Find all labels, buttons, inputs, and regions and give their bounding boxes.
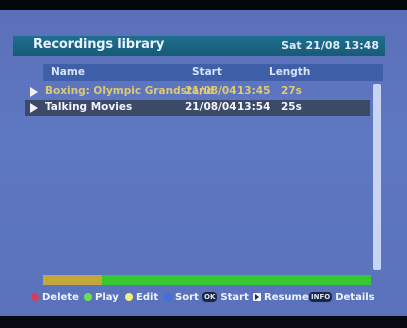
play-button[interactable]: Play: [84, 290, 119, 304]
delete-button[interactable]: Delete: [31, 290, 79, 304]
top-overscan-strip: [0, 0, 407, 10]
yellow-dot-icon: [125, 293, 133, 301]
edit-label: Edit: [136, 291, 159, 303]
resume-button[interactable]: Resume: [253, 290, 309, 304]
resume-icon: [253, 293, 261, 301]
play-arrow-icon: [30, 87, 38, 97]
recording-length: 25s: [281, 101, 302, 113]
recording-name: Talking Movies: [45, 101, 133, 113]
edit-button[interactable]: Edit: [125, 290, 158, 304]
page-title: Recordings library: [33, 37, 165, 52]
disk-usage-bar: [43, 275, 371, 285]
column-header: Name Start Length: [43, 64, 383, 81]
scrollbar[interactable]: [373, 84, 381, 270]
green-dot-icon: [84, 293, 92, 301]
details-label: Details: [335, 291, 375, 303]
disk-usage-fill: [43, 275, 103, 285]
details-button[interactable]: INFO Details: [309, 290, 375, 304]
recording-date: 21/08/04: [185, 85, 237, 97]
date-time: Sat 21/08 13:48: [281, 39, 379, 52]
recording-row[interactable]: Boxing: Olympic Grandstand 21/08/04 13:4…: [25, 84, 370, 100]
ok-key-icon: OK: [202, 292, 218, 302]
blue-dot-icon: [164, 293, 172, 301]
play-arrow-icon: [30, 103, 38, 113]
info-key-icon: INFO: [309, 292, 333, 302]
red-dot-icon: [31, 293, 39, 301]
start-label: Start: [220, 291, 249, 303]
recording-time: 13:45: [237, 85, 271, 97]
recording-date: 21/08/04: [185, 101, 237, 113]
column-start[interactable]: Start: [192, 66, 222, 78]
resume-label: Resume: [264, 291, 309, 303]
column-length[interactable]: Length: [269, 66, 310, 78]
recording-time: 13:54: [237, 101, 271, 113]
footer-key-legend: Delete Play Edit Sort OK Start Resume IN…: [0, 290, 407, 306]
sort-label: Sort: [175, 291, 199, 303]
play-label: Play: [95, 291, 119, 303]
column-name[interactable]: Name: [51, 66, 85, 78]
recordings-screen: Recordings library Sat 21/08 13:48 Name …: [0, 0, 407, 316]
start-button[interactable]: OK Start: [202, 290, 249, 304]
recording-length: 27s: [281, 85, 302, 97]
title-bar: Recordings library Sat 21/08 13:48: [13, 36, 385, 56]
delete-label: Delete: [42, 291, 79, 303]
recording-row-selected[interactable]: Talking Movies 21/08/04 13:54 25s: [25, 100, 370, 116]
sort-button[interactable]: Sort: [164, 290, 199, 304]
